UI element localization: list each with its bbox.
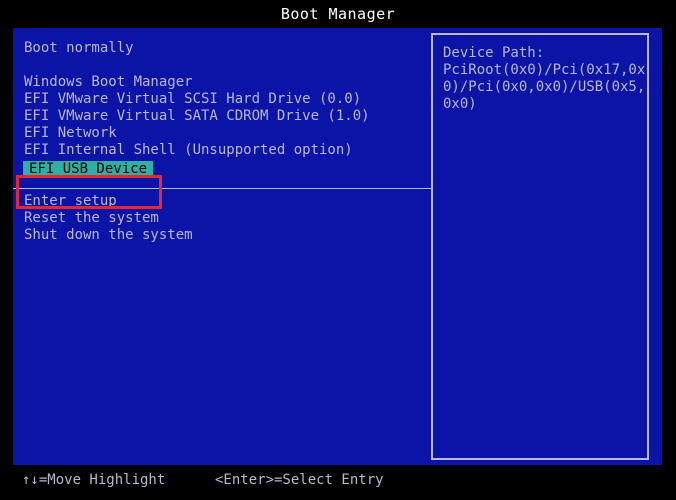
device-path-panel: Device Path: PciRoot(0x0)/Pci(0x17,0x 0)… — [431, 33, 649, 460]
status-hint-move-highlight: ↑↓=Move Highlight — [22, 472, 165, 489]
bios-boot-manager-screen: Boot Manager Boot normally Windows Boot … — [0, 0, 676, 500]
status-hint-select-entry: <Enter>=Select Entry — [215, 472, 384, 489]
device-path-heading: Device Path: — [443, 45, 639, 62]
menu-item-efi-usb-device-selected[interactable]: EFI USB Device — [23, 161, 153, 178]
menu-item-windows-boot-manager[interactable]: Windows Boot Manager — [24, 74, 429, 91]
menu-item-scsi-hard-drive[interactable]: EFI VMware Virtual SCSI Hard Drive (0.0) — [24, 91, 429, 108]
device-path-line-2: 0)/Pci(0x0,0x0)/USB(0x5, — [443, 79, 639, 96]
menu-item-sata-cdrom-drive[interactable]: EFI VMware Virtual SATA CDROM Drive (1.0… — [24, 108, 429, 125]
device-path-content: Device Path: PciRoot(0x0)/Pci(0x17,0x 0)… — [433, 35, 647, 113]
menu-gap-2 — [24, 176, 429, 193]
menu-item-efi-internal-shell[interactable]: EFI Internal Shell (Unsupported option) — [24, 142, 429, 159]
menu-item-boot-normally[interactable]: Boot normally — [24, 40, 429, 57]
page-title: Boot Manager — [281, 7, 395, 22]
status-bar: ↑↓=Move Highlight <Enter>=Select Entry — [0, 465, 676, 500]
boot-menu-list: Boot normally Windows Boot Manager EFI V… — [24, 40, 429, 244]
menu-item-enter-setup[interactable]: Enter setup — [24, 193, 429, 210]
menu-item-efi-network[interactable]: EFI Network — [24, 125, 429, 142]
menu-row-efi-usb-device: EFI USB Device — [24, 159, 429, 176]
menu-item-reset-system[interactable]: Reset the system — [24, 210, 429, 227]
menu-item-shutdown-system[interactable]: Shut down the system — [24, 227, 429, 244]
device-path-line-1: PciRoot(0x0)/Pci(0x17,0x — [443, 62, 639, 79]
bios-main-panel: Boot normally Windows Boot Manager EFI V… — [13, 28, 662, 465]
menu-gap-1 — [24, 57, 429, 74]
boot-menu-pane: Boot normally Windows Boot Manager EFI V… — [13, 28, 431, 465]
device-path-line-3: 0x0) — [443, 96, 639, 113]
title-bar: Boot Manager — [0, 0, 676, 28]
